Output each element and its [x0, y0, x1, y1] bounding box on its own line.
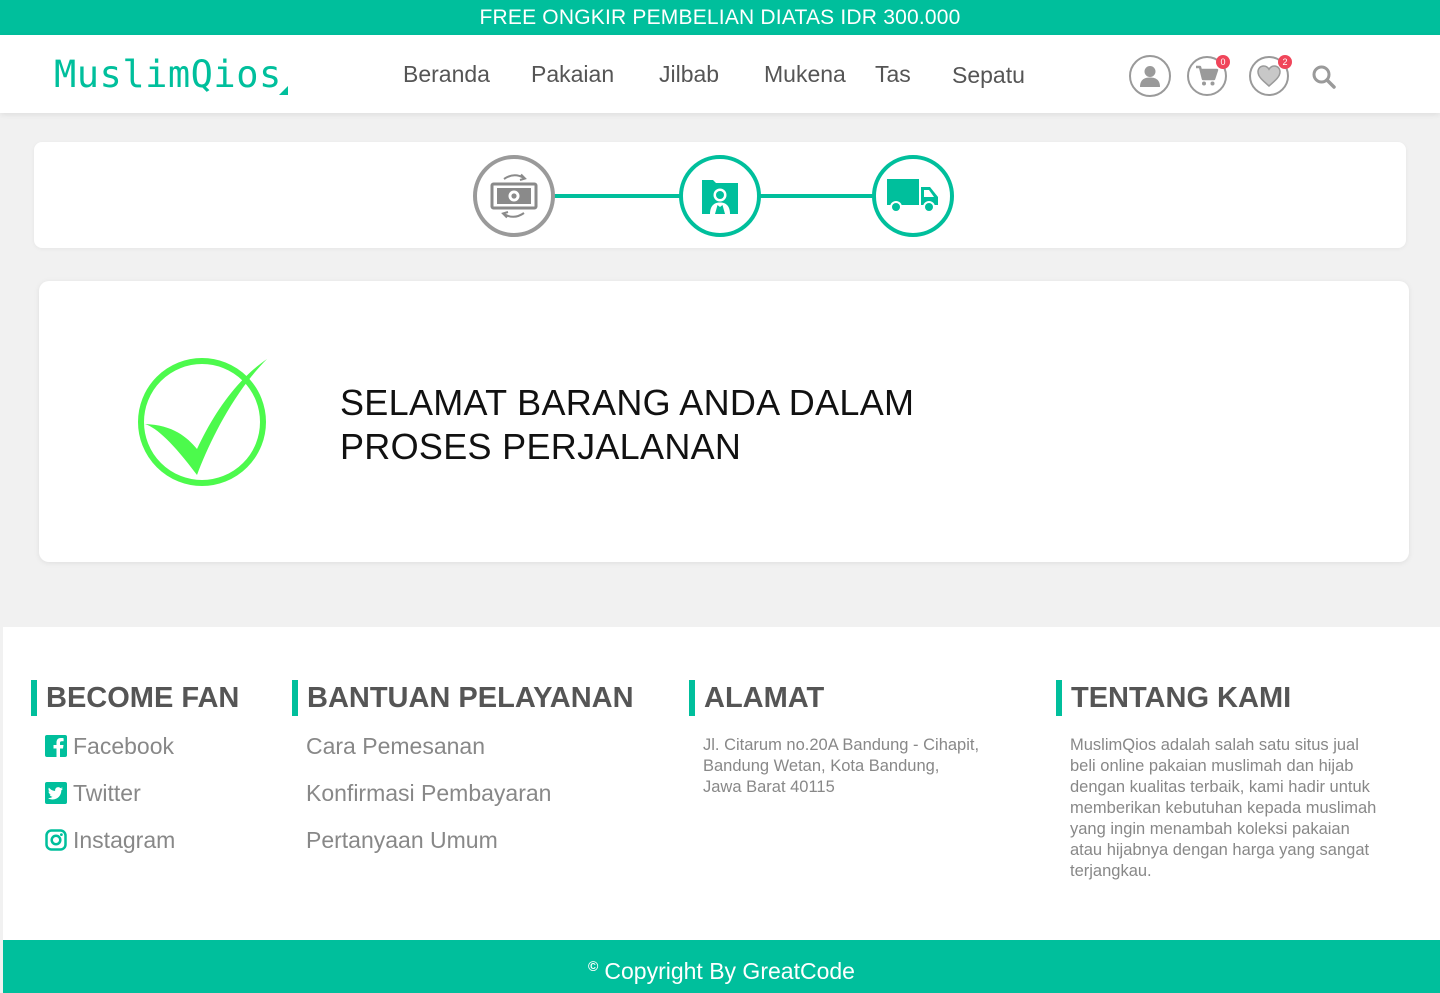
- footer-about-heading: TENTANG KAMI: [1056, 680, 1420, 716]
- about-line: MuslimQios adalah salah satu situs jual: [1070, 736, 1359, 754]
- address-line: Jl. Citarum no.20A Bandung - Cihapit,: [703, 736, 980, 754]
- search-button[interactable]: [1311, 64, 1337, 95]
- address-line: Jawa Barat 40115: [703, 778, 835, 796]
- footer: BECOME FAN Facebook Twitter Instagram BA…: [3, 627, 1440, 940]
- promo-banner: FREE ONGKIR PEMBELIAN DIATAS IDR 300.000: [0, 0, 1440, 35]
- address-line: Bandung Wetan, Kota Bandung,: [703, 757, 940, 775]
- search-icon: [1312, 65, 1336, 89]
- navbar: MuslimQios Beranda Pakaian Jilbab Mukena…: [0, 35, 1440, 113]
- copyright-bar: © Copyright By GreatCode: [3, 940, 1440, 993]
- footer-fan-column: BECOME FAN Facebook Twitter Instagram: [31, 680, 239, 854]
- footer-help-column: BANTUAN PELAYANAN Cara Pemesanan Konfirm…: [292, 680, 634, 854]
- twitter-link[interactable]: Twitter: [45, 779, 239, 807]
- about-line: terjangkau.: [1070, 862, 1152, 880]
- copyright-text: Copyright By GreatCode: [604, 958, 855, 984]
- progress-connector-2: [760, 194, 874, 198]
- twitter-icon: [45, 782, 67, 804]
- help-link-payment-confirmation[interactable]: Konfirmasi Pembayaran: [306, 779, 634, 807]
- nav-item-jilbab[interactable]: Jilbab: [659, 59, 719, 89]
- about-line: beli online pakaian muslimah dan hijab: [1070, 757, 1354, 775]
- wishlist-count-badge: 2: [1278, 55, 1292, 69]
- about-text: MuslimQios adalah salah satu situs jual …: [1070, 735, 1420, 882]
- success-message: SELAMAT BARANG ANDA DALAM PROSES PERJALA…: [340, 381, 940, 469]
- nav-item-tas[interactable]: Tas: [875, 59, 911, 89]
- success-card: SELAMAT BARANG ANDA DALAM PROSES PERJALA…: [39, 281, 1409, 562]
- footer-help-heading: BANTUAN PELAYANAN: [292, 680, 634, 716]
- instagram-icon: [45, 829, 67, 851]
- facebook-label: Facebook: [73, 733, 175, 759]
- footer-fan-heading: BECOME FAN: [31, 680, 239, 716]
- about-line: yang ingin menambah koleksi pakaian: [1070, 820, 1350, 838]
- footer-about-column: TENTANG KAMI MuslimQios adalah salah sat…: [1056, 680, 1420, 882]
- brand-logo[interactable]: MuslimQios: [54, 55, 282, 95]
- nav-item-mukena[interactable]: Mukena: [764, 59, 846, 89]
- nav-item-beranda[interactable]: Beranda: [403, 59, 490, 89]
- instagram-link[interactable]: Instagram: [45, 826, 239, 854]
- step-confirmation: [679, 155, 761, 237]
- help-link-faq[interactable]: Pertanyaan Umum: [306, 826, 634, 854]
- success-line-2: PROSES PERJALANAN: [340, 426, 742, 467]
- cart-button[interactable]: 0: [1187, 55, 1230, 96]
- footer-address-column: ALAMAT Jl. Citarum no.20A Bandung - Ciha…: [689, 680, 979, 798]
- nav-item-sepatu[interactable]: Sepatu: [952, 60, 1025, 90]
- promo-text: FREE ONGKIR PEMBELIAN DIATAS IDR 300.000: [479, 6, 961, 29]
- money-exchange-icon: [490, 173, 538, 219]
- truck-icon: [887, 179, 938, 213]
- logo-corner-mark: [279, 86, 288, 95]
- check-circle-icon: [138, 358, 267, 486]
- footer-address-heading: ALAMAT: [689, 680, 979, 716]
- about-line: memberikan kebutuhan kepada muslimah: [1070, 799, 1377, 817]
- success-line-1: SELAMAT BARANG ANDA DALAM: [340, 382, 915, 423]
- address-text: Jl. Citarum no.20A Bandung - Cihapit, Ba…: [703, 735, 979, 798]
- about-line: atau hijabnya dengan harga yang sangat: [1070, 841, 1370, 859]
- user-icon: [1129, 55, 1171, 97]
- nav-item-pakaian[interactable]: Pakaian: [531, 59, 614, 89]
- wishlist-button[interactable]: 2: [1249, 55, 1292, 96]
- facebook-icon: [45, 735, 67, 757]
- progress-connector-1: [554, 194, 680, 198]
- instagram-label: Instagram: [73, 827, 176, 853]
- step-shipping: [872, 155, 954, 237]
- document-person-icon: [702, 180, 738, 214]
- copyright-icon: ©: [588, 958, 599, 974]
- account-button[interactable]: [1129, 55, 1171, 97]
- step-payment: [473, 155, 555, 237]
- cart-count-badge: 0: [1216, 55, 1230, 69]
- help-link-order[interactable]: Cara Pemesanan: [306, 732, 634, 760]
- twitter-label: Twitter: [73, 780, 141, 806]
- facebook-link[interactable]: Facebook: [45, 732, 239, 760]
- order-progress-card: [34, 142, 1406, 248]
- about-line: dengan kualitas terbaik, kami hadir untu…: [1070, 778, 1370, 796]
